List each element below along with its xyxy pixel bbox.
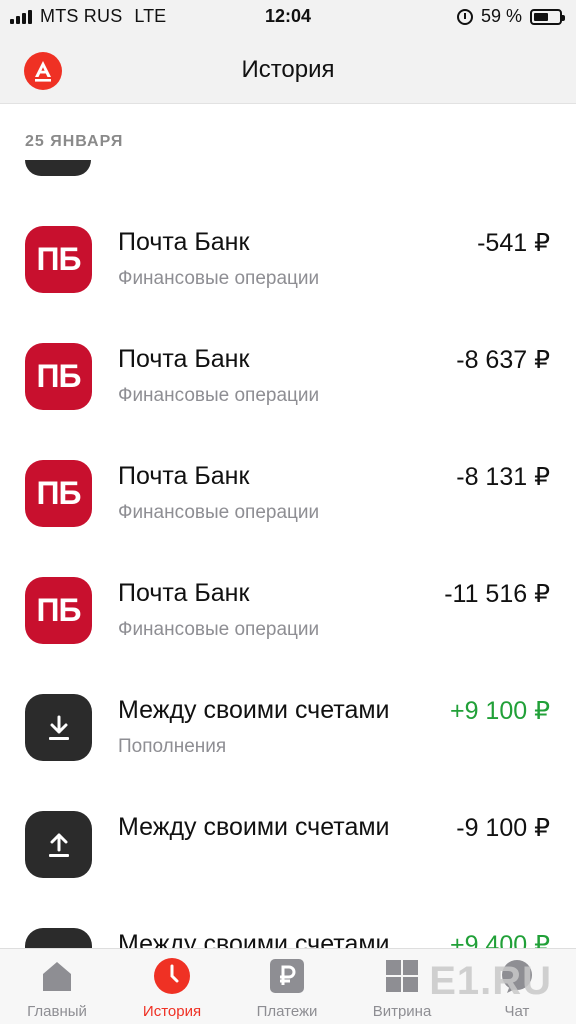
page-title: История [241,56,335,83]
tab-history[interactable]: История [122,957,222,1020]
transaction-row[interactable]: Между своими счетами Пополнения +9 100 ₽ [0,658,576,775]
date-section-label: 25 ЯНВАРЯ [25,133,124,150]
home-icon [38,957,76,995]
app-header: История [0,34,576,104]
transaction-title: Почта Банк [118,345,250,373]
transaction-row[interactable]: ПБ Почта Банк Финансовые операции -8 131… [0,424,576,541]
ruble-icon [268,957,306,995]
transaction-amount: -8 637 ₽ [456,346,550,374]
transaction-amount: +9 100 ₽ [449,697,550,725]
chat-icon [498,957,536,995]
battery-percent: 59 % [480,6,522,26]
transaction-amount: -9 100 ₽ [456,814,550,842]
tab-home[interactable]: Главный [7,957,107,1020]
transaction-category: Пополнения [118,736,227,757]
transaction-category: Финансовые операции [118,502,320,523]
pochta-bank-icon: ПБ [25,577,92,644]
tab-label: Чат [504,1003,530,1020]
pochta-bank-icon: ПБ [25,226,92,293]
tab-label: Витрина [372,1003,432,1020]
tab-showcase[interactable]: Витрина [352,957,452,1020]
transaction-title: Почта Банк [118,579,250,607]
pochta-bank-icon: ПБ [25,343,92,410]
grid-icon [383,957,421,995]
tab-label: Главный [27,1003,87,1020]
transaction-amount: -541 ₽ [477,229,550,257]
transaction-list: ПБ Почта Банк Финансовые операции -541 ₽… [0,190,576,1009]
battery-icon [530,8,565,25]
tab-payments[interactable]: Платежи [237,957,337,1020]
transaction-amount: -8 131 ₽ [456,463,550,491]
clock-icon [153,957,191,995]
transaction-amount: -11 516 ₽ [444,580,550,608]
tab-label: История [142,1003,202,1020]
pochta-bank-icon: ПБ [25,460,92,527]
transaction-category: Финансовые операции [118,619,320,640]
partial-transaction-icon [25,160,91,176]
transaction-title: Почта Банк [118,228,250,256]
status-right: 59 % [456,6,565,27]
transaction-row[interactable]: ПБ Почта Банк Финансовые операции -11 51… [0,541,576,658]
tab-chat[interactable]: Чат [467,957,567,1020]
transaction-title: Между своими счетами [118,696,390,724]
transaction-title: Почта Банк [118,462,250,490]
alarm-icon [456,8,473,25]
transaction-category: Финансовые операции [118,268,320,289]
transaction-title: Между своими счетами [118,813,390,841]
transaction-row[interactable]: Между своими счетами -9 100 ₽ [0,775,576,892]
status-bar: MTS RUS LTE 12:04 59 % [0,0,576,34]
download-arrow-icon [25,694,92,761]
tab-label: Платежи [256,1003,318,1020]
transaction-category: Финансовые операции [118,385,320,406]
transaction-row[interactable]: ПБ Почта Банк Финансовые операции -541 ₽ [0,190,576,307]
transaction-row[interactable]: ПБ Почта Банк Финансовые операции -8 637… [0,307,576,424]
upload-arrow-icon [25,811,92,878]
bottom-tab-bar: Главный История Платежи Витрина Чат E1.R… [0,948,576,1024]
